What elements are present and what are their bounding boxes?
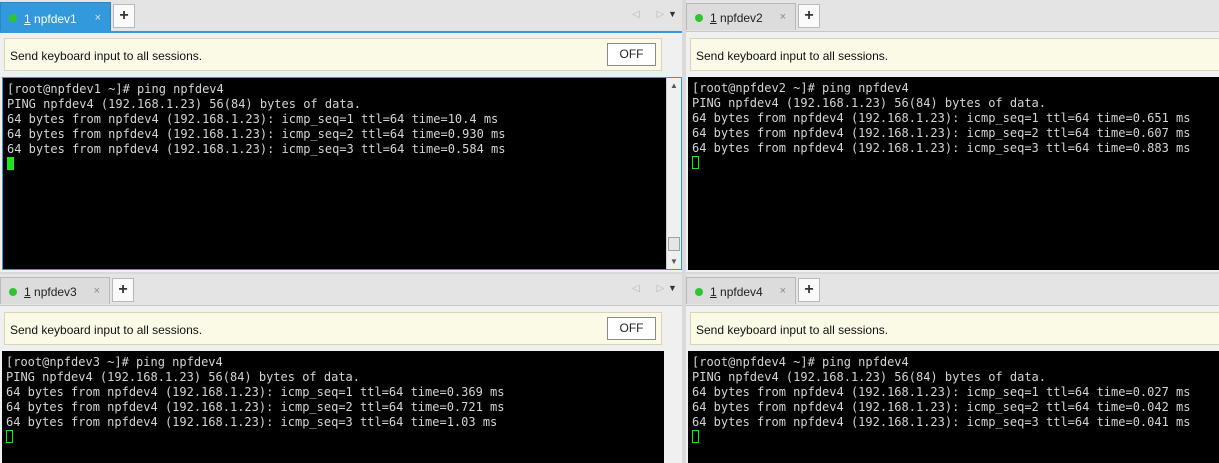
terminal-output: [root@npfdev1 ~]# ping npfdev4 PING npfd… [7,82,506,156]
add-tab-button[interactable]: + [113,4,135,28]
tab-npfdev4[interactable]: 1 npfdev4 × [686,277,796,304]
terminal-output: [root@npfdev4 ~]# ping npfdev4 PING npfd… [692,355,1191,429]
session-pane-npfdev4: 1 npfdev4 × + Send keyboard input to all… [686,274,1219,463]
terminal-output: [root@npfdev3 ~]# ping npfdev4 PING npfd… [6,355,505,429]
broadcast-label: Send keyboard input to all sessions. [10,49,203,63]
tab-bar: 1 npfdev1 × + ◁ ▷ ▼ [0,0,682,32]
tab-bar: 1 npfdev4 × + [686,274,1219,306]
connected-status-icon [695,14,703,22]
tab-scroll-arrows[interactable]: ◁ ▷ [632,9,671,20]
broadcast-off-button[interactable]: OFF [607,317,656,340]
terminal-npfdev3[interactable]: [root@npfdev3 ~]# ping npfdev4 PING npfd… [2,351,664,463]
tab-label: 1 npfdev3 [24,285,77,299]
close-tab-icon[interactable]: × [780,11,786,23]
broadcast-bar: Send keyboard input to all sessions. OFF [4,38,662,71]
tab-bar: 1 npfdev3 × + ◁ ▷ ▼ [0,274,682,306]
terminal-output: [root@npfdev2 ~]# ping npfdev4 PING npfd… [692,81,1191,155]
scroll-up-icon[interactable]: ▲ [670,81,678,90]
broadcast-bar: Send keyboard input to all sessions. OFF [4,312,662,345]
tab-npfdev1[interactable]: 1 npfdev1 × [0,2,111,32]
terminal-cursor [7,157,14,170]
close-tab-icon[interactable]: × [94,285,100,297]
add-tab-button[interactable]: + [798,4,820,28]
session-pane-npfdev3: 1 npfdev3 × + ◁ ▷ ▼ Send keyboard input … [0,274,682,463]
connected-status-icon [695,288,703,296]
broadcast-bar: Send keyboard input to all sessions. [690,312,1219,345]
terminal-cursor [692,156,699,169]
tab-list-dropdown-icon[interactable]: ▼ [668,9,677,19]
connected-status-icon [9,14,17,22]
broadcast-label: Send keyboard input to all sessions. [10,323,203,337]
broadcast-label: Send keyboard input to all sessions. [696,323,889,337]
tab-label: 1 npfdev1 [24,12,77,26]
terminal-npfdev4[interactable]: [root@npfdev4 ~]# ping npfdev4 PING npfd… [688,351,1219,463]
active-tab-underline [0,31,682,33]
close-tab-icon[interactable]: × [780,285,786,297]
broadcast-bar: Send keyboard input to all sessions. [690,38,1219,71]
connected-status-icon [9,288,17,296]
tab-label: 1 npfdev2 [710,11,763,25]
scrollbar-thumb[interactable] [668,237,680,251]
tab-list-dropdown-icon[interactable]: ▼ [668,283,677,293]
tab-bar: 1 npfdev2 × + [686,0,1219,32]
terminal-scrollbar[interactable]: ▲ ▼ [666,78,681,269]
tab-label: 1 npfdev4 [710,285,763,299]
session-pane-npfdev1: 1 npfdev1 × + ◁ ▷ ▼ Send keyboard input … [0,0,682,272]
tab-npfdev3[interactable]: 1 npfdev3 × [0,277,110,304]
add-tab-button[interactable]: + [112,278,134,302]
scroll-down-icon[interactable]: ▼ [670,257,678,266]
broadcast-off-button[interactable]: OFF [607,43,656,66]
session-pane-npfdev2: 1 npfdev2 × + Send keyboard input to all… [686,0,1219,272]
terminal-cursor [6,430,13,443]
tab-scroll-arrows[interactable]: ◁ ▷ [632,283,671,294]
terminal-npfdev1[interactable]: [root@npfdev1 ~]# ping npfdev4 PING npfd… [2,77,682,270]
tab-npfdev2[interactable]: 1 npfdev2 × [686,3,796,30]
add-tab-button[interactable]: + [798,278,820,302]
close-tab-icon[interactable]: × [95,12,101,24]
terminal-cursor [692,430,699,443]
terminal-npfdev2[interactable]: [root@npfdev2 ~]# ping npfdev4 PING npfd… [688,77,1219,270]
broadcast-label: Send keyboard input to all sessions. [696,49,889,63]
